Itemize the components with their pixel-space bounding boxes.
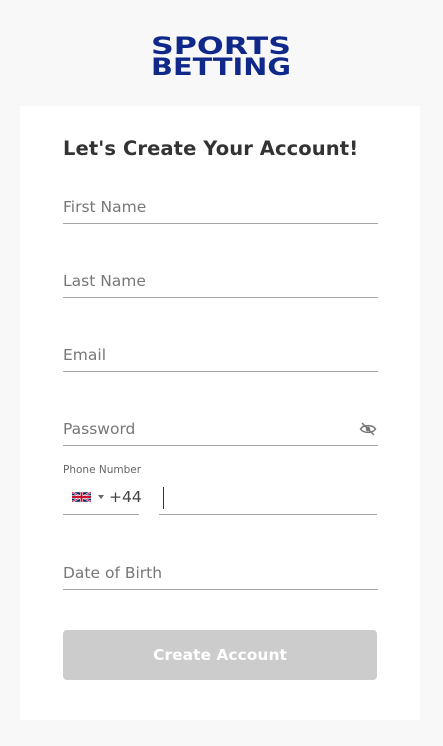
- date-of-birth-placeholder: Date of Birth: [63, 564, 163, 582]
- country-code-selector[interactable]: +44: [63, 483, 142, 515]
- date-of-birth-field[interactable]: Date of Birth: [63, 549, 378, 590]
- create-account-button-label: Create Account: [153, 646, 287, 664]
- uk-flag-icon: [72, 491, 91, 503]
- eye-slash-icon[interactable]: [359, 422, 377, 436]
- registration-card: Let's Create Your Account! First Name La…: [20, 106, 420, 720]
- text-cursor: [163, 487, 164, 509]
- logo-text-line-1: SPORTS: [151, 35, 291, 57]
- logo-line-1: SPORTS: [151, 35, 291, 57]
- first-name-placeholder: First Name: [63, 198, 147, 216]
- country-code: +44: [109, 488, 142, 506]
- first-name-field[interactable]: First Name: [63, 183, 378, 224]
- logo-text-line-2: BETTING: [151, 56, 291, 78]
- form-title: Let's Create Your Account!: [63, 137, 359, 160]
- password-field[interactable]: Password: [63, 405, 378, 446]
- last-name-field[interactable]: Last Name: [63, 257, 378, 298]
- last-name-placeholder: Last Name: [63, 272, 146, 290]
- brand-logo: SPORTS BETTING: [150, 35, 292, 80]
- phone-label: Phone Number: [63, 464, 142, 476]
- email-field[interactable]: Email: [63, 331, 378, 372]
- logo-line-2: BETTING: [151, 56, 291, 78]
- create-account-button[interactable]: Create Account: [63, 630, 377, 680]
- password-placeholder: Password: [63, 420, 136, 438]
- email-placeholder: Email: [63, 346, 107, 364]
- phone-number-input[interactable]: [159, 483, 377, 515]
- chevron-down-icon: [98, 495, 104, 499]
